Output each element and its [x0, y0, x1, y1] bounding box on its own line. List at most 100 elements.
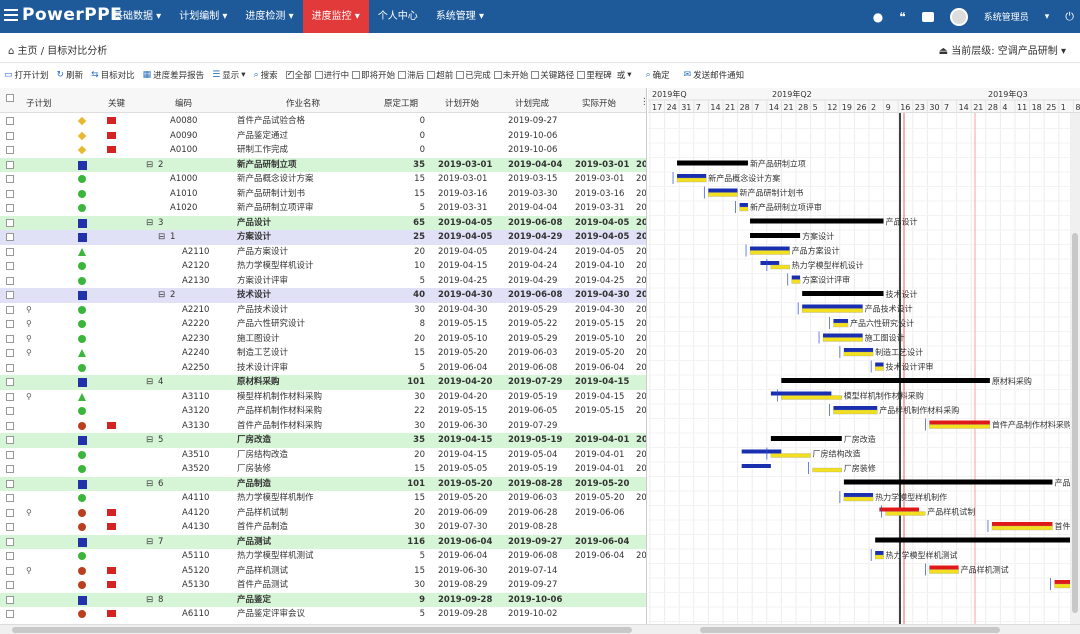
- table-row[interactable]: ⊟ 2 技术设计 40 2019-04-30 2019-06-08 2019-04-30 20: [0, 288, 646, 303]
- row-checkbox[interactable]: [6, 218, 14, 227]
- select-all-checkbox[interactable]: [6, 94, 14, 102]
- collapse-icon[interactable]: ⊟: [146, 593, 153, 608]
- table-row[interactable]: ⊟ 5 厂房改造 35 2019-04-15 2019-05-19 2019-04-01 20: [0, 433, 646, 448]
- actual-bar[interactable]: [791, 275, 801, 280]
- summary-bar[interactable]: [781, 378, 990, 383]
- summary-bar[interactable]: [770, 436, 842, 441]
- baseline-bar[interactable]: [875, 554, 884, 560]
- row-checkbox[interactable]: [6, 378, 14, 386]
- row-checkbox[interactable]: [6, 523, 14, 531]
- collapse-icon[interactable]: ⊟: [146, 216, 153, 231]
- baseline-bar[interactable]: [739, 206, 749, 212]
- row-checkbox[interactable]: [6, 610, 14, 618]
- row-checkbox[interactable]: [6, 320, 14, 328]
- row-checkbox[interactable]: [6, 407, 14, 415]
- column-header[interactable]: 实际开始: [582, 97, 616, 109]
- row-checkbox[interactable]: [6, 262, 14, 270]
- row-checkbox[interactable]: [6, 204, 14, 212]
- column-header[interactable]: 关键: [108, 97, 125, 109]
- row-checkbox[interactable]: [6, 392, 14, 401]
- avatar[interactable]: [949, 7, 968, 26]
- table-row[interactable]: A2120 热力学模型样机设计 10 2019-04-15 2019-04-24 2019…: [0, 259, 646, 274]
- logout-icon[interactable]: ⏻: [1065, 10, 1074, 24]
- baseline-bar[interactable]: [885, 511, 926, 516]
- table-row[interactable]: A3130 首件产品制作材料采购 30 2019-06-30 2019-07-29: [0, 419, 646, 434]
- grid-scroll-thumb[interactable]: [12, 627, 632, 633]
- row-checkbox[interactable]: [6, 566, 14, 575]
- baseline-bar[interactable]: [822, 337, 863, 342]
- actual-bar[interactable]: [741, 449, 782, 454]
- row-checkbox[interactable]: [6, 305, 14, 314]
- baseline-bar[interactable]: [812, 467, 842, 473]
- filter-5[interactable]: 已完成: [456, 69, 491, 81]
- table-row[interactable]: ⚲ A4120 产品样机试制 20 2019-06-09 2019-06-28 2019-0…: [0, 506, 646, 521]
- level-selector[interactable]: ⏏ 当前层级: 空调产品研制 ▾: [939, 42, 1066, 57]
- link-icon[interactable]: ⚲: [26, 506, 32, 521]
- baseline-bar[interactable]: [749, 250, 790, 255]
- actual-bar[interactable]: [750, 246, 790, 251]
- table-row[interactable]: A1010 新产品研制计划书 15 2019-03-16 2019-03-30 2019-…: [0, 187, 646, 202]
- row-checkbox[interactable]: [6, 291, 14, 299]
- row-checkbox[interactable]: [6, 465, 14, 473]
- actual-bar[interactable]: [677, 174, 707, 178]
- table-row[interactable]: A0090 产品鉴定通过 0 2019-10-06: [0, 129, 646, 144]
- table-row[interactable]: ⚲ A2230 施工图设计 20 2019-05-10 2019-05-29 2019-05…: [0, 332, 646, 347]
- baseline-bar[interactable]: [929, 424, 991, 429]
- home-icon[interactable]: ⌂: [8, 46, 14, 57]
- table-row[interactable]: ⊟ 4 原材料采购 101 2019-04-20 2019-07-29 2019-04-15: [0, 375, 646, 390]
- table-row[interactable]: A5110 热力学模型样机测试 5 2019-06-04 2019-06-08 2019-…: [0, 549, 646, 564]
- collapse-icon[interactable]: ⊟: [146, 535, 153, 550]
- toolbar-compare[interactable]: ⇆ 目标对比: [91, 69, 135, 81]
- table-row[interactable]: A3120 产品样机制作材料采购 22 2019-05-15 2019-06-05 201…: [0, 404, 646, 419]
- table-row[interactable]: A4110 热力学模型样机制作 15 2019-05-20 2019-06-03 2019…: [0, 491, 646, 506]
- filter-8[interactable]: 里程碑: [577, 69, 612, 81]
- column-header[interactable]: 计划完成: [515, 97, 549, 109]
- summary-bar[interactable]: [750, 233, 801, 238]
- row-checkbox[interactable]: [6, 508, 14, 517]
- row-checkbox[interactable]: [6, 175, 14, 183]
- actual-bar[interactable]: [843, 493, 874, 497]
- filter-checkbox[interactable]: [285, 69, 294, 79]
- table-row[interactable]: ⊟ 2 新产品研制立项 35 2019-03-01 2019-04-04 2019-03-0…: [0, 157, 646, 172]
- actual-bar[interactable]: [741, 464, 771, 468]
- baseline-bar[interactable]: [991, 525, 1053, 531]
- collapse-icon[interactable]: ⊟: [158, 230, 165, 245]
- table-row[interactable]: ⊟ 8 产品鉴定 9 2019-09-28 2019-10-06: [0, 592, 646, 608]
- level-value[interactable]: 空调产品研制: [998, 46, 1058, 57]
- baseline-bar[interactable]: [781, 395, 842, 400]
- actual-bar[interactable]: [760, 261, 780, 265]
- collapse-icon[interactable]: ⊟: [158, 288, 165, 303]
- link-icon[interactable]: ⚲: [26, 564, 32, 579]
- summary-bar[interactable]: [875, 537, 1080, 543]
- column-header[interactable]: 计划开始: [445, 97, 479, 109]
- table-row[interactable]: A0100 研制工作完成 0 2019-10-06: [0, 143, 646, 158]
- table-row[interactable]: ⚲ A5120 产品样机测试 15 2019-06-30 2019-07-14: [0, 564, 646, 579]
- table-row[interactable]: A3510 厂房结构改造 20 2019-04-15 2019-05-04 2019-04…: [0, 448, 646, 463]
- actual-bar[interactable]: [770, 391, 832, 396]
- filter-3[interactable]: 滞后: [398, 69, 424, 81]
- filter-checkbox[interactable]: [577, 71, 586, 79]
- summary-bar[interactable]: [677, 160, 748, 166]
- actual-bar[interactable]: [833, 319, 849, 323]
- filter-0[interactable]: 全部: [285, 69, 312, 81]
- confirm-button[interactable]: ⌕ 确定: [646, 69, 670, 81]
- row-checkbox[interactable]: [6, 334, 14, 343]
- nav-item-3[interactable]: 进度监控 ▾: [302, 0, 369, 33]
- row-checkbox[interactable]: [6, 421, 14, 430]
- actual-bar[interactable]: [991, 522, 1053, 526]
- collapse-icon[interactable]: ⊟: [146, 477, 153, 492]
- filter-checkbox[interactable]: [456, 71, 465, 79]
- link-icon[interactable]: ⚲: [26, 303, 32, 318]
- chevron-down-icon[interactable]: ▾: [1045, 12, 1050, 22]
- vertical-scrollbar[interactable]: [1070, 113, 1080, 624]
- table-row[interactable]: ⚲ A2210 产品技术设计 30 2019-04-30 2019-05-29 2019-0…: [0, 303, 646, 318]
- table-row[interactable]: A2130 方案设计评审 5 2019-04-25 2019-04-29 2019-04-…: [0, 274, 646, 289]
- actual-bar[interactable]: [739, 203, 748, 207]
- table-row[interactable]: A0080 首件产品试验合格 0 2019-09-27: [0, 114, 646, 129]
- table-row[interactable]: A2250 技术设计评审 5 2019-06-04 2019-06-08 2019-06-…: [0, 361, 646, 376]
- row-checkbox[interactable]: [6, 117, 14, 125]
- actual-bar[interactable]: [833, 406, 878, 410]
- horizontal-scrollbar[interactable]: [0, 624, 1080, 634]
- table-row[interactable]: ⚲ A3110 模型样机制作材料采购 30 2019-04-20 2019-05-19 20…: [0, 390, 646, 405]
- toolbar-search[interactable]: ⌕ 搜索: [254, 69, 278, 81]
